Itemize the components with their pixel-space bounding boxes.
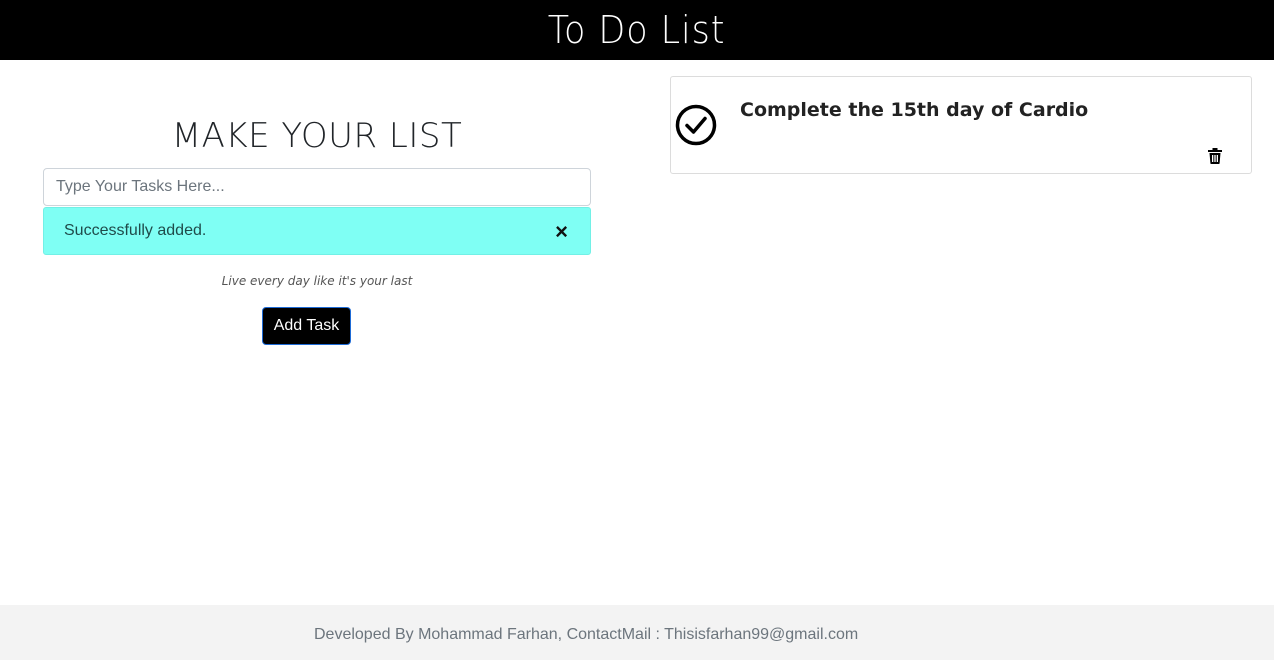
task-input[interactable] [43, 168, 591, 206]
page-heading: MAKE YOUR LIST [171, 116, 463, 156]
footer-credit: Developed By Mohammad Farhan, ContactMai… [314, 626, 859, 643]
success-alert: Successfully added. × [43, 207, 591, 255]
add-task-button[interactable]: Add Task [262, 307, 351, 345]
check-circle-icon[interactable] [675, 104, 717, 146]
alert-message: Successfully added. [64, 222, 207, 239]
footer: Developed By Mohammad Farhan, ContactMai… [0, 605, 1274, 660]
close-icon[interactable]: × [555, 221, 568, 243]
motivational-quote: Live every day like it's your last [221, 274, 413, 288]
trash-icon[interactable] [1208, 148, 1222, 164]
task-text: Complete the 15th day of Cardio [740, 99, 1089, 121]
task-card: Complete the 15th day of Cardio [670, 76, 1252, 174]
app-header: To Do List [0, 0, 1274, 60]
app-title: To Do List [548, 8, 726, 52]
